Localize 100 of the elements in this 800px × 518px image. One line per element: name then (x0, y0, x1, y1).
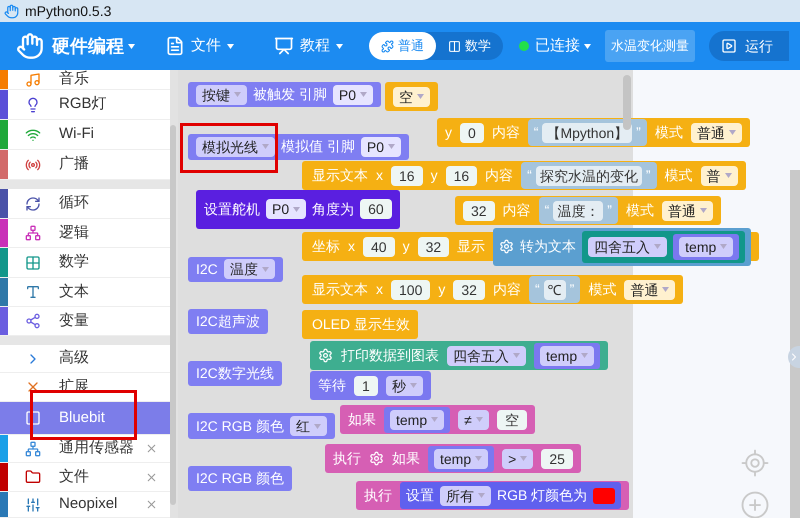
block-label: I2C RGB 颜色 (196, 416, 284, 436)
category-item[interactable]: 循环 (0, 189, 170, 219)
code-block[interactable]: 执行 设置 所有 RGB 灯颜色为 (356, 481, 630, 510)
category-label: 文本 (59, 282, 89, 302)
caret-icon (662, 287, 670, 292)
code-block[interactable]: 执行 如果 temp > 25 (325, 444, 581, 473)
category-item[interactable]: RGB灯 (0, 90, 170, 120)
dropdown-field[interactable]: 普 (700, 166, 738, 186)
code-block[interactable]: 空 (385, 82, 438, 111)
run-button[interactable]: 运行 (709, 31, 789, 61)
recenter-icon[interactable] (740, 448, 770, 478)
number-field[interactable]: 16 (391, 166, 423, 186)
dropdown-field[interactable]: 所有 (440, 486, 491, 506)
number-field[interactable]: 32 (463, 200, 495, 220)
close-icon[interactable] (145, 470, 158, 484)
dropdown-field[interactable]: temp (679, 236, 734, 256)
number-field[interactable]: 100 (391, 280, 430, 300)
category-label: 逻辑 (59, 222, 89, 243)
scrollbar-thumb[interactable] (170, 125, 176, 505)
block-label: x (376, 280, 383, 299)
dropdown-field[interactable]: 普通 (690, 122, 742, 142)
number-field[interactable]: 40 (363, 236, 395, 256)
number-field[interactable]: 空 (496, 410, 527, 430)
code-block[interactable]: 显示文本 x 100 y 32 内容 “ ℃ ” 模式 普通 (302, 275, 684, 304)
caret-icon (475, 456, 482, 461)
block-label: y (438, 280, 446, 299)
dropdown-field[interactable]: 普通 (662, 200, 713, 220)
gear-icon[interactable] (499, 239, 514, 254)
gear-icon[interactable] (369, 451, 384, 466)
number-field[interactable]: 0 (460, 122, 484, 142)
category-item[interactable]: 高级 (0, 345, 170, 373)
mode-tab[interactable]: 普通 (369, 32, 436, 60)
gear-icon[interactable] (318, 348, 333, 363)
dropdown-field[interactable]: P0 (332, 84, 374, 105)
caret-icon (234, 92, 241, 98)
close-icon[interactable] (145, 442, 158, 455)
number-field[interactable]: 32 (453, 280, 485, 300)
expand-handle[interactable] (788, 346, 800, 368)
number-field[interactable]: 25 (541, 448, 573, 468)
category-item[interactable]: 音乐 (0, 70, 170, 90)
document-icon (165, 36, 185, 56)
caret-icon (227, 44, 234, 48)
block-label: 模拟值 引脚 (281, 137, 355, 156)
dropdown-field[interactable]: 模拟光线 (196, 136, 275, 157)
category-item[interactable]: 逻辑 (0, 219, 170, 248)
category-item[interactable]: 变量 (0, 307, 170, 336)
palette-block[interactable]: I2C RGB 颜色 红 (188, 413, 335, 439)
dropdown-field[interactable]: 按键 (196, 84, 247, 105)
category-label: 广播 (59, 154, 89, 174)
block-label: 执行 (364, 486, 392, 505)
loop-icon (25, 196, 41, 212)
dropdown-field[interactable]: 空 (393, 86, 430, 106)
number-field[interactable]: 16 (446, 166, 478, 186)
dropdown-field[interactable]: 普通 (624, 280, 676, 300)
category-item[interactable]: Bluebit (0, 402, 170, 435)
code-block[interactable]: y 0 内容 “ 【Mpython】 ” 模式 普通 (437, 118, 750, 147)
window-title: mPython0.5.3 (25, 2, 112, 21)
category-item[interactable]: 文本 (0, 278, 170, 307)
code-block[interactable]: 如果 temp ≠ 空 (340, 405, 535, 434)
dropdown-field[interactable]: temp (390, 410, 444, 430)
block-label: I2C (196, 260, 218, 279)
palette-block[interactable]: I2C 温度 (188, 256, 283, 282)
number-field[interactable]: 32 (418, 236, 450, 256)
dropdown-field[interactable]: ≠ (458, 410, 489, 430)
category-label: Neopixel (59, 494, 118, 514)
category-item[interactable]: 文件 (0, 463, 170, 492)
palette-block[interactable]: 设置舵机 P0 角度为 60 (196, 190, 400, 229)
caret-icon (293, 206, 300, 212)
dropdown-field[interactable]: 温度 (224, 259, 275, 280)
close-icon[interactable] (145, 498, 158, 511)
flyout-scrollbar[interactable] (623, 75, 631, 130)
category-item[interactable]: 广播 (0, 150, 170, 180)
caret-icon (262, 144, 269, 150)
code-block[interactable]: 等待 1 秒 (310, 371, 431, 400)
dropdown-field[interactable]: P0 (266, 199, 306, 220)
dropdown-field[interactable]: 红 (290, 416, 327, 436)
block-label: I2C数字光线 (196, 364, 274, 384)
block-label: 执行 (333, 449, 361, 468)
dropdown-field[interactable]: P0 (360, 136, 402, 157)
palette-block[interactable]: 模拟光线 模拟值 引脚 P0 (188, 134, 410, 160)
caret-icon (728, 130, 736, 135)
number-field[interactable]: 60 (360, 199, 392, 220)
dropdown-field[interactable]: temp (540, 346, 594, 366)
dropdown-field[interactable]: temp (434, 448, 488, 468)
dropdown-field[interactable]: > (502, 448, 534, 468)
code-block[interactable]: 显示文本 x 16 y 16 内容 “ 探究水温的变化 ” 模式 普 (302, 161, 746, 190)
category-label: 文件 (59, 466, 89, 487)
mode-tab[interactable]: 数学 (436, 32, 503, 60)
category-item[interactable]: Wi-Fi (0, 120, 170, 150)
dropdown-field[interactable]: 四舍五入 (588, 236, 668, 256)
zoom-in-icon[interactable] (740, 490, 770, 518)
dropdown-field[interactable]: 秒 (386, 376, 423, 396)
code-block[interactable]: 打印数据到图表 四舍五入 temp (310, 341, 608, 370)
dropdown-field[interactable]: 四舍五入 (447, 346, 526, 366)
color-swatch[interactable] (593, 488, 616, 504)
palette-block[interactable]: 按键 被触发 引脚 P0 (188, 82, 382, 108)
category-item[interactable]: Neopixel (0, 492, 170, 518)
number-field[interactable]: 1 (354, 376, 378, 396)
category-item[interactable]: 数学 (0, 248, 170, 278)
code-block[interactable]: 32 内容 “ 温度： ” 模式 普通 (455, 196, 721, 225)
